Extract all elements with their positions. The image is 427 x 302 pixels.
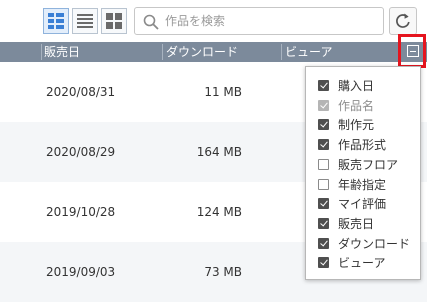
grid-icon (106, 13, 122, 29)
download-size-cell: 73 MB (204, 265, 242, 279)
refresh-icon (396, 13, 410, 28)
column-separator (162, 44, 163, 60)
search-box (134, 7, 384, 35)
download-size-cell: 11 MB (204, 85, 242, 99)
thumbnail-list-view-button[interactable] (43, 8, 69, 34)
checkbox[interactable] (318, 158, 329, 170)
sale-date-cell: 2019/10/28 (46, 205, 116, 219)
column-header-sale-date[interactable]: 販売日 (44, 42, 80, 62)
sale-date-cell: 2020/08/31 (46, 85, 116, 99)
column-toggle-label: 年齢指定 (338, 177, 387, 192)
column-toggle-label: 制作元 (338, 118, 375, 133)
column-toggle-label: 販売フロア (338, 157, 399, 172)
column-toggle-label: ビューア (338, 256, 386, 271)
checkbox[interactable] (318, 198, 329, 210)
table-header: 販売日 ダウンロード ビューア (0, 42, 427, 62)
sale-date-cell: 2020/08/29 (46, 145, 116, 159)
column-toggle-label: 販売日 (338, 216, 375, 231)
checkbox[interactable] (318, 237, 329, 249)
checkbox[interactable] (318, 178, 329, 190)
column-toggle-label: ダウンロード (338, 236, 411, 251)
column-header-download[interactable]: ダウンロード (166, 42, 238, 62)
thumbnail-list-icon (48, 13, 64, 29)
download-size-cell: 164 MB (196, 145, 242, 159)
column-visibility-menu: 購入日作品名制作元作品形式販売フロア年齢指定マイ評価販売日ダウンロード ビューア (305, 66, 421, 280)
list-icon (77, 14, 93, 28)
search-input[interactable] (165, 11, 375, 31)
column-separator (281, 44, 282, 60)
toolbar (0, 0, 427, 42)
checkbox (318, 99, 329, 111)
grid-view-button[interactable] (101, 8, 127, 34)
checkbox[interactable] (318, 80, 329, 91)
list-view-button[interactable] (72, 8, 98, 34)
column-toggle-label: 作品名 (338, 98, 375, 113)
refresh-button[interactable] (389, 7, 417, 35)
checkbox[interactable] (318, 119, 329, 131)
sale-date-cell: 2019/09/03 (46, 265, 116, 279)
column-separator (41, 44, 42, 60)
checkbox[interactable] (318, 257, 329, 269)
download-size-cell: 124 MB (196, 205, 242, 219)
column-toggle-label: マイ評価 (338, 197, 387, 212)
column-toggle-label: 作品形式 (338, 138, 387, 153)
column-header-viewer[interactable]: ビューア (285, 42, 333, 62)
column-toggle-label: 購入日 (338, 79, 375, 93)
checkbox[interactable] (318, 217, 329, 229)
search-icon (143, 14, 159, 30)
checkbox[interactable] (318, 139, 329, 151)
